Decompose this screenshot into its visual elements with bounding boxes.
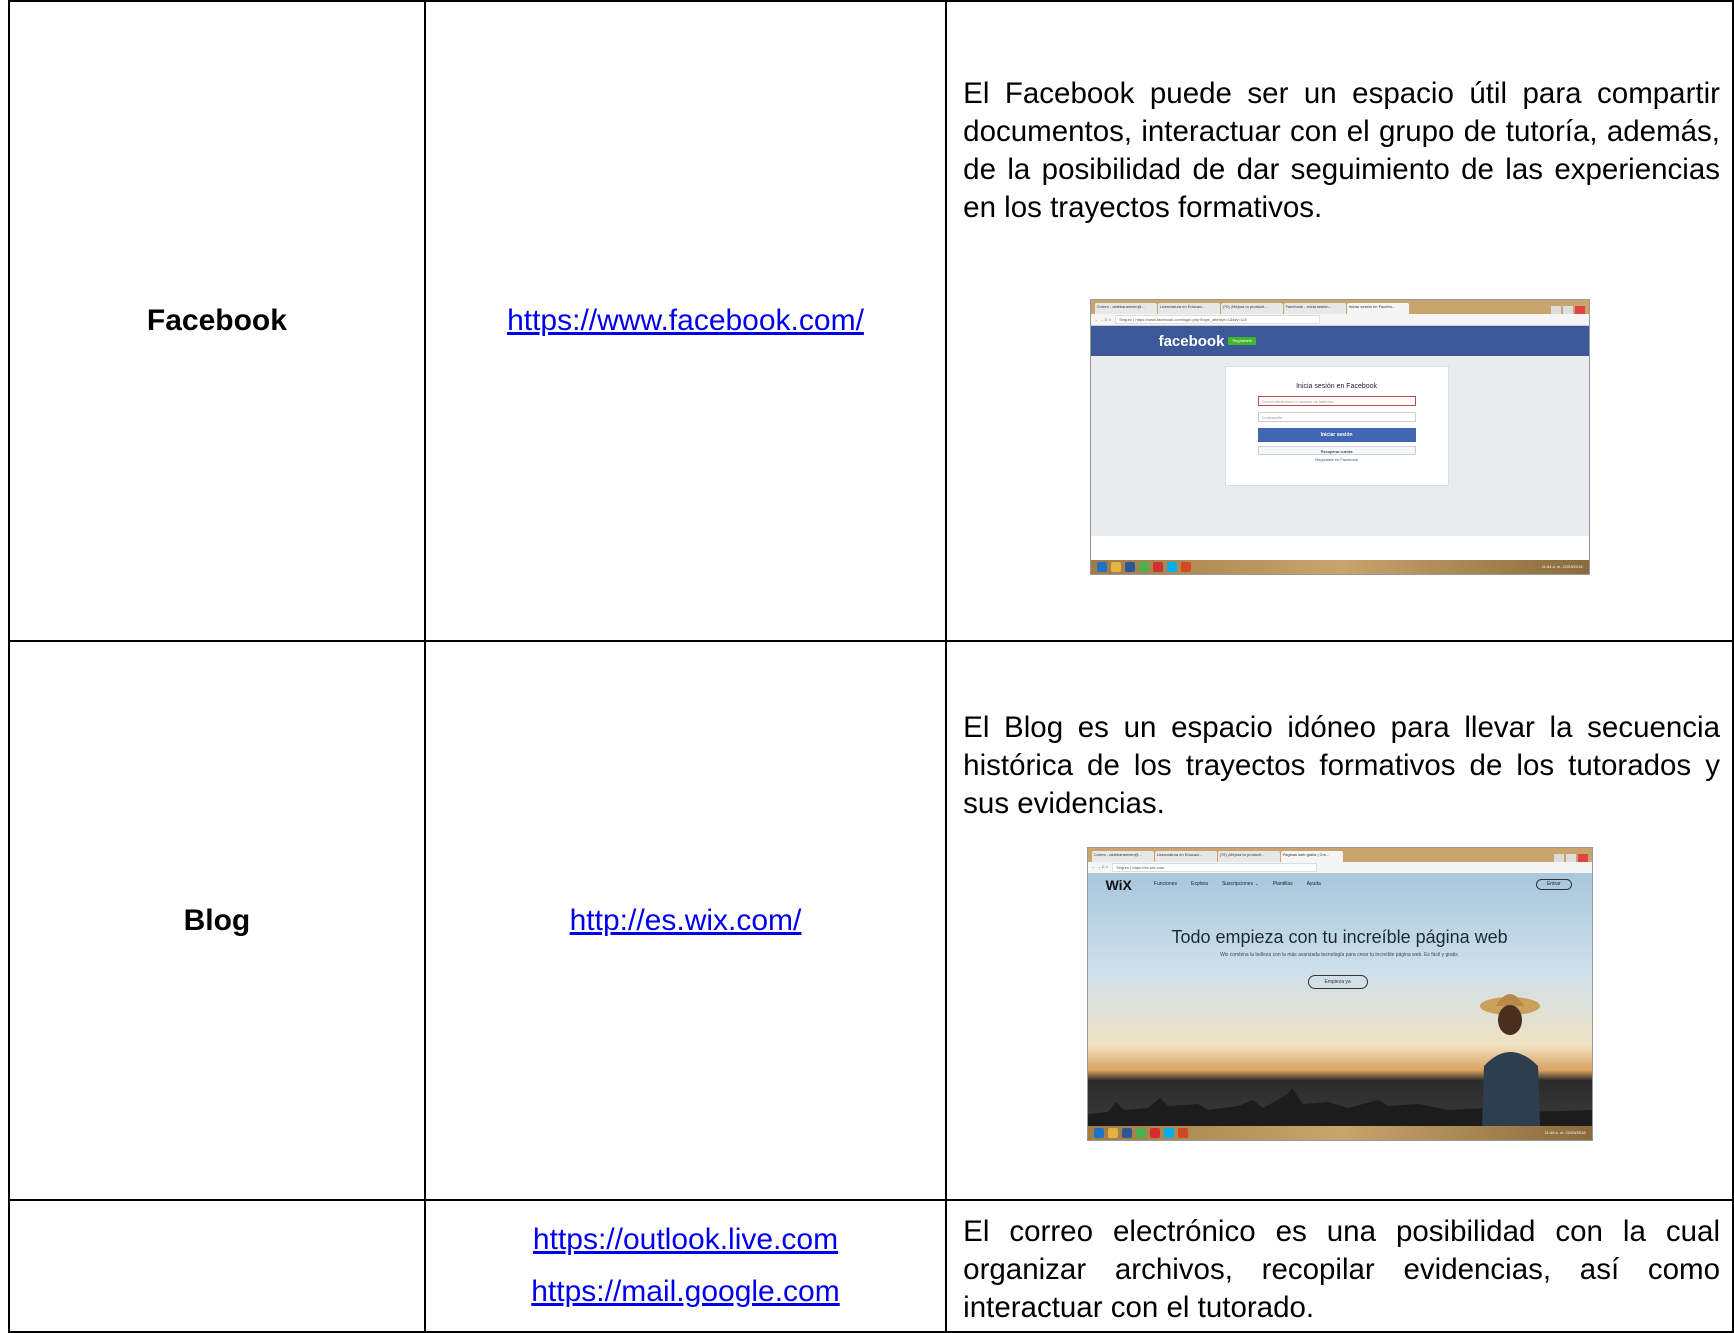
- acrobat-icon: [1149, 1127, 1160, 1138]
- register-badge: Regístrarte: [1228, 337, 1257, 345]
- nav-arrows-icon: ← → C ⌂: [1091, 864, 1109, 869]
- resource-description: El correo electrónico es una posibilidad…: [963, 1215, 1720, 1324]
- ie-icon: [1093, 1127, 1104, 1138]
- browser-tab: Correo - aldebaraniven@...: [1094, 303, 1157, 314]
- window-controls: [1553, 853, 1592, 862]
- facebook-screenshot: Correo - aldebaraniven@... Licenciatura …: [1089, 299, 1590, 575]
- resource-description: El Blog es un espacio idóneo para llevar…: [963, 710, 1720, 820]
- resource-name: Blog: [8, 640, 426, 1201]
- nav-arrows-icon: ← → C ⌂: [1094, 316, 1112, 322]
- clock: 11:49 a. m. 22/03/2018: [1544, 1129, 1586, 1135]
- wix-nav-item: Funciones: [1153, 881, 1177, 887]
- facebook-body: Inicia sesión en Facebook Correo electró…: [1090, 356, 1589, 536]
- explorer-icon: [1107, 1127, 1118, 1138]
- wix-nav-item: Suscripciones ⌄: [1221, 881, 1259, 887]
- resources-table: Facebook https://www.facebook.com/ El Fa…: [8, 0, 1734, 1333]
- table-row-facebook: Facebook https://www.facebook.com/ El Fa…: [8, 0, 1734, 642]
- skype-icon: [1166, 562, 1177, 572]
- facebook-link[interactable]: https://www.facebook.com/: [507, 304, 864, 337]
- signup-link: Regístrate en Facebook: [1315, 457, 1358, 462]
- wix-nav-item: Plantillas: [1272, 881, 1293, 887]
- resource-name: Facebook: [8, 0, 426, 642]
- word-icon: [1124, 562, 1135, 572]
- facebook-header: facebook Regístrarte: [1090, 326, 1589, 356]
- wix-screenshot: Correo - aldebaraniven@... Licenciatura …: [1086, 846, 1593, 1141]
- chrome-icon: [1135, 1127, 1146, 1138]
- chrome-icon: [1138, 562, 1149, 572]
- powerpoint-icon: [1180, 562, 1191, 572]
- wix-logo: WiX: [1105, 876, 1132, 893]
- browser-tab: Facebook - inicia sesión...: [1283, 303, 1346, 314]
- wix-nav-item: Explora: [1190, 881, 1208, 887]
- wix-subline: Wix combina la belleza con la más avanza…: [1220, 951, 1460, 958]
- windows-taskbar: 11:44 a. m. 22/03/2018: [1090, 560, 1589, 574]
- address-url: Seguro | https://www.facebook.com/login.…: [1115, 315, 1321, 324]
- browser-tabs: Correo - aldebaraniven@... Licenciatura …: [1087, 847, 1592, 862]
- browser-tab: Licenciatura en Educaci...: [1154, 850, 1217, 862]
- explorer-icon: [1110, 562, 1121, 572]
- login-button: Iniciar sesión: [1257, 428, 1416, 442]
- powerpoint-icon: [1177, 1127, 1188, 1138]
- address-bar: ← → C ⌂ Seguro | https://www.facebook.co…: [1090, 314, 1589, 326]
- browser-tab: Licenciatura en Educaci...: [1157, 303, 1220, 314]
- resource-link-cell: http://es.wix.com/: [423, 640, 948, 1201]
- table-row-email: https://outlook.live.com https://mail.go…: [8, 1199, 1734, 1333]
- browser-tab-active: Páginas web gratis | Cre...: [1280, 850, 1343, 862]
- login-title: Inicia sesión en Facebook: [1296, 383, 1378, 390]
- browser-tab: Correo - aldebaraniven@...: [1091, 850, 1154, 862]
- facebook-logo: facebook: [1158, 332, 1225, 350]
- browser-tab-active: Iniciar sesión en Facebo...: [1346, 303, 1409, 314]
- browser-tab: (70) ¡Mejora tu producti...: [1220, 303, 1283, 314]
- login-card: Inicia sesión en Facebook Correo electró…: [1224, 366, 1449, 486]
- skype-icon: [1163, 1127, 1174, 1138]
- password-field: Contraseña: [1257, 412, 1416, 422]
- person-with-hat-image: [1479, 993, 1540, 1126]
- wix-nav-item: Ayuda: [1306, 881, 1321, 887]
- browser-tab: (70) ¡Mejora tu producti...: [1217, 850, 1280, 862]
- resource-description-cell: El Facebook puede ser un espacio útil pa…: [945, 0, 1734, 642]
- wix-enter-button: Entrar: [1535, 879, 1572, 890]
- resource-description: El Facebook puede ser un espacio útil pa…: [963, 77, 1720, 224]
- windows-taskbar: 11:49 a. m. 22/03/2018: [1087, 1125, 1592, 1140]
- outlook-link[interactable]: https://outlook.live.com: [533, 1223, 838, 1256]
- gmail-link[interactable]: https://mail.google.com: [531, 1275, 839, 1308]
- browser-tabs: Correo - aldebaraniven@... Licenciatura …: [1090, 300, 1589, 314]
- wix-link[interactable]: http://es.wix.com/: [570, 904, 802, 937]
- resource-link-cell: https://www.facebook.com/: [423, 0, 948, 642]
- ie-icon: [1096, 562, 1107, 572]
- window-controls: [1550, 306, 1589, 314]
- clock: 11:44 a. m. 22/03/2018: [1541, 564, 1583, 569]
- acrobat-icon: [1152, 562, 1163, 572]
- address-url: Seguro | https://es.wix.com: [1112, 862, 1318, 872]
- resource-name: [8, 1199, 426, 1333]
- wix-headline: Todo empieza con tu increíble página web: [1171, 926, 1508, 947]
- resource-link-cell: https://outlook.live.com https://mail.go…: [423, 1199, 948, 1333]
- recover-button: Recuperar cuenta: [1257, 446, 1416, 455]
- table-row-blog: Blog http://es.wix.com/ El Blog es un es…: [8, 640, 1734, 1201]
- wix-nav: WiX Funciones Explora Suscripciones ⌄ Pl…: [1088, 873, 1592, 897]
- resource-description-cell: El Blog es un espacio idóneo para llevar…: [945, 640, 1734, 1201]
- email-field: Correo electrónico o número de teléfono: [1257, 396, 1416, 406]
- word-icon: [1121, 1127, 1132, 1138]
- wix-cta-button: Empieza ya: [1307, 974, 1368, 989]
- resource-description-cell: El correo electrónico es una posibilidad…: [945, 1199, 1734, 1333]
